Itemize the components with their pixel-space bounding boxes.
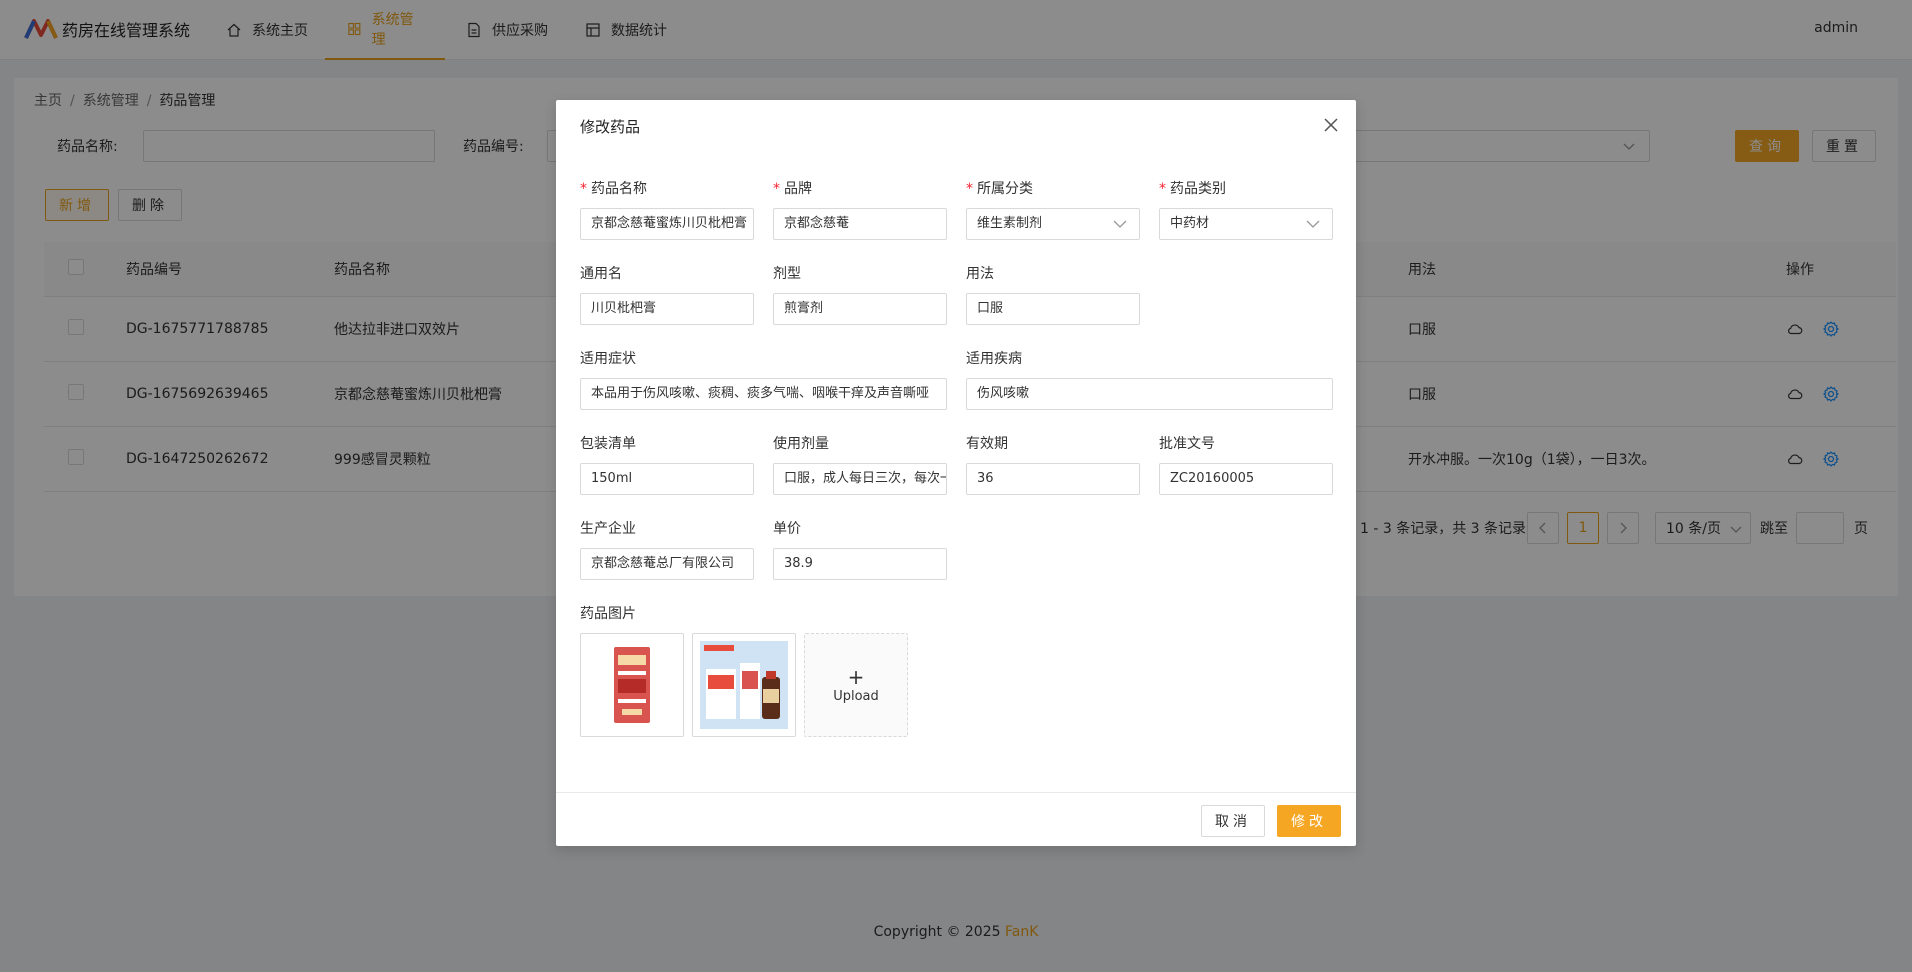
disease-field[interactable]: 伤风咳嗽 (966, 378, 1333, 410)
brand-field[interactable]: 京都念慈菴 (773, 208, 947, 240)
label-dosage: 使用剂量 (773, 436, 829, 452)
plus-icon: + (847, 664, 865, 689)
validity-field[interactable]: 36 (966, 463, 1140, 495)
price-field[interactable]: 38.9 (773, 548, 947, 580)
modal-footer-divider (556, 792, 1356, 793)
dosage-field[interactable]: 口服，成人每日三次，每次一汤匙 (773, 463, 947, 495)
upload-label: Upload (833, 688, 879, 704)
modal-title: 修改药品 (580, 118, 641, 136)
label-usage: 用法 (966, 266, 994, 282)
type-value: 中药材 (1170, 216, 1210, 231)
label-approval: 批准文号 (1159, 436, 1215, 452)
label-disease: 适用疾病 (966, 351, 1022, 367)
label-package: 包装清单 (580, 436, 636, 452)
close-icon[interactable] (1322, 116, 1340, 134)
label-images: 药品图片 (580, 606, 636, 622)
label-brand: * 品牌 (773, 181, 812, 197)
medicine-name-field[interactable]: 京都念慈菴蜜炼川贝枇杷膏 (580, 208, 754, 240)
syrup-box-image (614, 647, 650, 723)
label-medicine-name: * 药品名称 (580, 181, 647, 197)
medicine-image-2[interactable] (692, 633, 796, 737)
generic-name-field[interactable]: 川贝枇杷膏 (580, 293, 754, 325)
symptoms-field[interactable]: 本品用于伤风咳嗽、痰稠、痰多气喘、咽喉干痒及声音嘶哑 (580, 378, 947, 410)
package-field[interactable]: 150ml (580, 463, 754, 495)
cancel-button[interactable]: 取消 (1201, 805, 1265, 837)
submit-edit-button[interactable]: 修改 (1277, 805, 1341, 837)
label-generic-name: 通用名 (580, 266, 622, 282)
label-validity: 有效期 (966, 436, 1008, 452)
usage-field[interactable]: 口服 (966, 293, 1140, 325)
category-value: 维生素制剂 (977, 216, 1043, 231)
chevron-down-icon (1113, 220, 1127, 228)
label-manufacturer: 生产企业 (580, 521, 636, 537)
dosage-form-field[interactable]: 煎膏剂 (773, 293, 947, 325)
type-select[interactable]: 中药材 (1159, 208, 1333, 240)
label-price: 单价 (773, 521, 801, 537)
chevron-down-icon (1306, 220, 1320, 228)
label-type: * 药品类别 (1159, 181, 1226, 197)
label-category: * 所属分类 (966, 181, 1033, 197)
category-select[interactable]: 维生素制剂 (966, 208, 1140, 240)
label-symptoms: 适用症状 (580, 351, 636, 367)
upload-button[interactable]: + Upload (804, 633, 908, 737)
edit-medicine-modal: 修改药品 * 药品名称 京都念慈菴蜜炼川贝枇杷膏 * 品牌 京都念慈菴 * 所属分类 … (556, 100, 1356, 846)
label-dosage-form: 剂型 (773, 266, 801, 282)
approval-field[interactable]: ZC20160005 (1159, 463, 1333, 495)
syrup-bottle-image (700, 641, 788, 729)
manufacturer-field[interactable]: 京都念慈菴总厂有限公司 (580, 548, 754, 580)
medicine-image-1[interactable] (580, 633, 684, 737)
